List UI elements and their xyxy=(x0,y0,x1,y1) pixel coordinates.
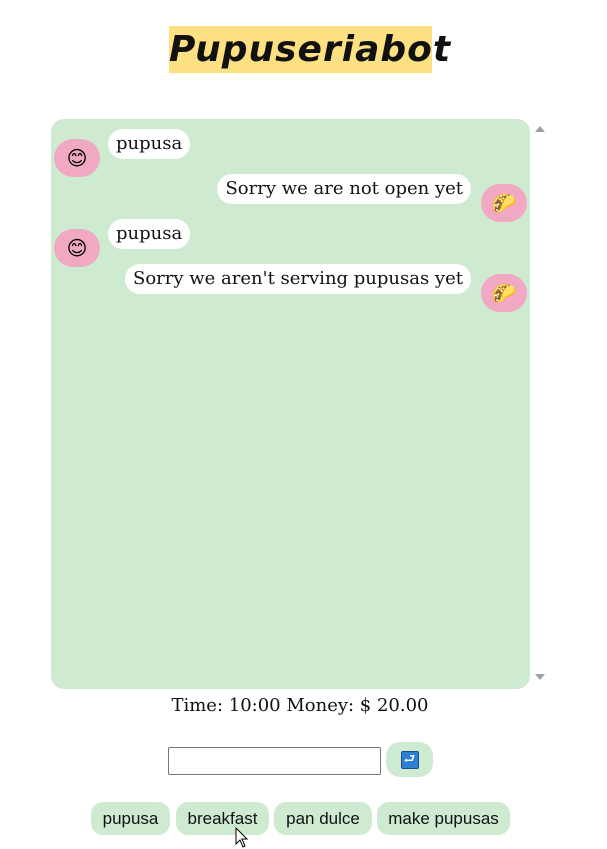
scroll-up-arrow-icon[interactable] xyxy=(535,126,545,132)
smiling-face-icon: 😊 xyxy=(54,139,100,177)
scroll-down-arrow-icon[interactable] xyxy=(535,674,545,680)
return-arrow-icon: ⮐ xyxy=(400,750,419,769)
chat-message-bot: 🌮 Sorry we are not open yet xyxy=(107,174,527,222)
message-bubble: pupusa xyxy=(108,219,191,249)
status-text: Time: 10:00 Money: $ 20.00 xyxy=(171,695,429,716)
quick-reply-pupusa[interactable]: pupusa xyxy=(91,802,170,835)
quick-reply-pan-dulce[interactable]: pan dulce xyxy=(274,802,372,835)
message-bubble: Sorry we are not open yet xyxy=(217,174,471,204)
message-bubble: Sorry we aren't serving pupusas yet xyxy=(124,264,471,294)
chat-scrollbar[interactable] xyxy=(530,119,550,689)
chat-message-user: 😊 pupusa xyxy=(54,219,254,267)
page-title: Pupuseriabot xyxy=(169,26,450,73)
chat-message-user: 😊 pupusa xyxy=(54,129,254,177)
quick-reply-breakfast[interactable]: breakfast xyxy=(176,802,269,835)
quick-reply-make-pupusas[interactable]: make pupusas xyxy=(377,802,510,835)
message-bubble: pupusa xyxy=(108,129,191,159)
pupusa-icon: 🌮 xyxy=(481,274,527,312)
message-input[interactable] xyxy=(168,747,381,775)
pupusa-icon: 🌮 xyxy=(481,184,527,222)
chat-message-bot: 🌮 Sorry we aren't serving pupusas yet xyxy=(57,264,527,312)
chat-window[interactable]: 😊 pupusa 🌮 Sorry we are not open yet 😊 p… xyxy=(51,119,530,689)
smiling-face-icon: 😊 xyxy=(54,229,100,267)
header: Pupuseriabot xyxy=(0,0,607,100)
mouse-pointer-icon xyxy=(235,827,249,848)
send-button[interactable]: ⮐ xyxy=(386,742,433,777)
